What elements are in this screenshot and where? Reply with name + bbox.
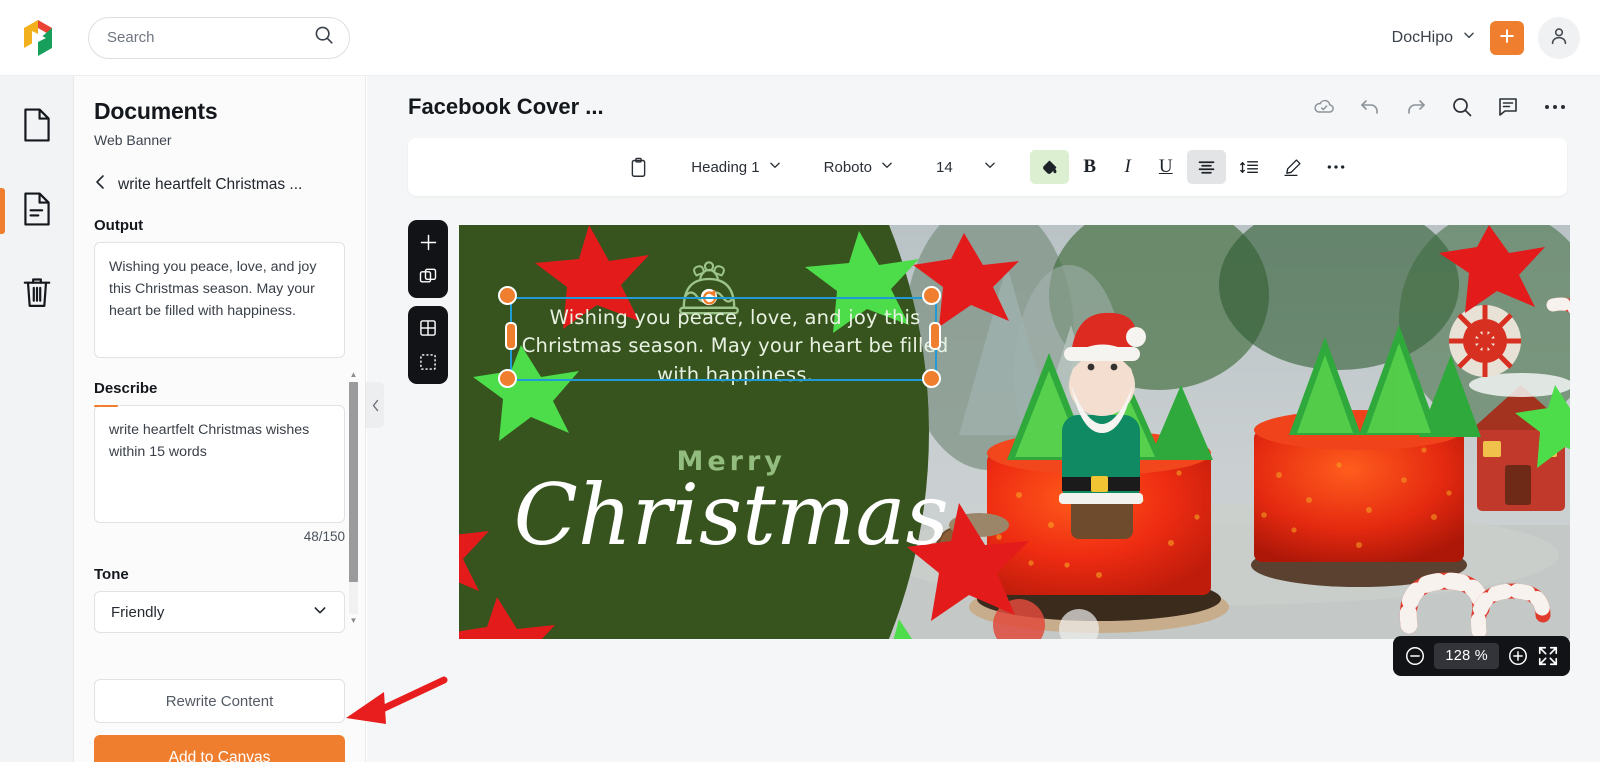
chevron-down-icon — [312, 602, 328, 622]
tone-selected-value: Friendly — [111, 603, 165, 621]
workspace-label: DocHipo — [1391, 28, 1453, 46]
grid-layout-icon[interactable] — [413, 314, 443, 342]
text-format-toolbar: Heading 1 Roboto 14 B I U — [408, 138, 1567, 196]
more-options-icon[interactable] — [1316, 150, 1356, 184]
add-to-canvas-button[interactable]: Add to Canvas — [94, 735, 345, 762]
chevron-down-icon — [768, 158, 782, 176]
trash-icon — [21, 275, 53, 316]
canvas-text-block[interactable]: Wishing you peace, love, and joy this Ch… — [521, 304, 949, 390]
align-center-icon[interactable] — [1186, 150, 1226, 184]
scroll-down-arrow[interactable]: ▼ — [349, 616, 358, 626]
selection-handle-left-middle[interactable] — [504, 322, 517, 351]
page-title: Documents — [94, 98, 218, 124]
cloud-saved-icon[interactable] — [1312, 95, 1336, 119]
tone-select[interactable]: Friendly — [94, 591, 345, 633]
chevron-down-icon — [983, 158, 997, 176]
workspace-selector[interactable]: DocHipo — [1392, 28, 1476, 47]
design-canvas[interactable]: Wishing you peace, love, and joy this Ch… — [459, 225, 1570, 639]
app-root: DocHipo — [0, 0, 1600, 762]
selection-handle-bottom-right[interactable] — [922, 368, 942, 388]
scroll-up-arrow[interactable]: ▲ — [349, 370, 358, 380]
rewrite-content-button[interactable]: Rewrite Content — [94, 679, 345, 723]
page-icon — [21, 107, 53, 148]
canvas-body-text: Wishing you peace, love, and joy this Ch… — [521, 305, 949, 386]
paragraph-style-label: Heading 1 — [691, 158, 760, 176]
selection-handle-top-left[interactable] — [497, 286, 517, 306]
plus-icon — [1497, 26, 1517, 49]
font-family-dropdown[interactable]: Roboto — [815, 150, 903, 184]
document-text-icon — [21, 191, 53, 232]
undo-icon[interactable] — [1358, 95, 1382, 119]
line-height-icon[interactable] — [1230, 150, 1269, 184]
panel-collapse-handle[interactable] — [366, 382, 384, 428]
dochipo-logo-icon[interactable] — [18, 18, 58, 58]
font-size-label: 14 — [936, 158, 953, 176]
italic-icon[interactable]: I — [1111, 150, 1145, 184]
canvas-area: Wishing you peace, love, and joy this Ch… — [367, 220, 1600, 690]
back-label: write heartfelt Christmas ... — [118, 175, 303, 193]
top-bar: DocHipo — [0, 0, 1600, 76]
output-label: Output — [94, 217, 144, 234]
clipboard-icon[interactable] — [619, 150, 658, 184]
fullscreen-icon[interactable] — [1537, 645, 1559, 667]
layout-tool-group — [408, 306, 448, 384]
zoom-level-value[interactable]: 128 % — [1434, 643, 1499, 669]
paragraph-style-dropdown[interactable]: Heading 1 — [682, 150, 790, 184]
account-button[interactable] — [1538, 16, 1580, 59]
panel-scrollbar[interactable]: ▲ ▼ — [347, 370, 359, 626]
ai-writer-panel: Documents Web Banner write heartfelt Chr… — [74, 76, 366, 762]
search-icon[interactable] — [1450, 95, 1474, 119]
search-icon[interactable] — [313, 24, 335, 51]
font-family-label: Roboto — [823, 158, 873, 176]
selection-handle-bottom-left[interactable] — [497, 368, 517, 388]
user-avatar-icon — [1548, 25, 1570, 50]
redo-icon[interactable] — [1404, 95, 1428, 119]
create-new-button[interactable] — [1490, 20, 1524, 55]
rail-item-trash[interactable] — [0, 266, 74, 324]
font-size-dropdown[interactable]: 14 — [927, 150, 1006, 184]
crop-select-icon[interactable] — [413, 348, 443, 376]
scrollbar-thumb[interactable] — [349, 382, 358, 582]
chevron-down-icon — [1462, 28, 1476, 47]
fill-color-icon[interactable] — [1029, 150, 1069, 184]
tone-label: Tone — [94, 566, 129, 583]
more-options-icon[interactable] — [1542, 95, 1568, 119]
rail-item-pages[interactable] — [0, 98, 74, 156]
panel-subtitle: Web Banner — [94, 132, 172, 148]
search-box[interactable] — [88, 16, 350, 59]
zoom-out-icon[interactable] — [1404, 645, 1426, 667]
rail-item-document[interactable] — [0, 182, 74, 240]
underline-icon[interactable]: U — [1149, 150, 1183, 184]
bold-icon[interactable]: B — [1073, 150, 1107, 184]
chevron-down-icon — [880, 158, 894, 176]
selection-handle-right-middle[interactable] — [928, 322, 941, 351]
top-bar-right: DocHipo — [1392, 16, 1580, 59]
zoom-in-icon[interactable] — [1507, 645, 1529, 667]
search-input[interactable] — [107, 29, 313, 46]
document-title[interactable]: Facebook Cover ... — [408, 94, 604, 120]
chevron-left-icon — [372, 399, 378, 411]
duplicate-page-icon[interactable] — [413, 262, 443, 290]
zoom-controls: 128 % — [1393, 636, 1570, 676]
document-header: Facebook Cover ... — [367, 76, 1600, 138]
back-to-prompt-button[interactable]: write heartfelt Christmas ... — [94, 174, 345, 195]
left-icon-rail — [0, 76, 74, 762]
editor-area: Facebook Cover ... Heading 1 Roboto 14 B… — [367, 76, 1600, 762]
describe-input[interactable]: write heartfelt Christmas wishes within … — [94, 405, 345, 523]
christmas-cupcakes-photo[interactable] — [459, 225, 1570, 639]
character-counter: 48/150 — [303, 529, 345, 544]
canvas-side-tools — [408, 220, 448, 384]
output-text[interactable]: Wishing you peace, love, and joy this Ch… — [94, 242, 345, 358]
pen-edit-icon[interactable] — [1273, 150, 1312, 184]
comment-icon[interactable] — [1496, 95, 1520, 119]
canvas-christmas-text[interactable]: Christmas — [492, 473, 970, 557]
chevron-left-icon — [94, 174, 106, 195]
describe-label: Describe — [94, 380, 158, 397]
page-tool-group — [408, 220, 448, 298]
document-actions — [1312, 95, 1568, 119]
add-page-icon[interactable] — [413, 228, 443, 256]
